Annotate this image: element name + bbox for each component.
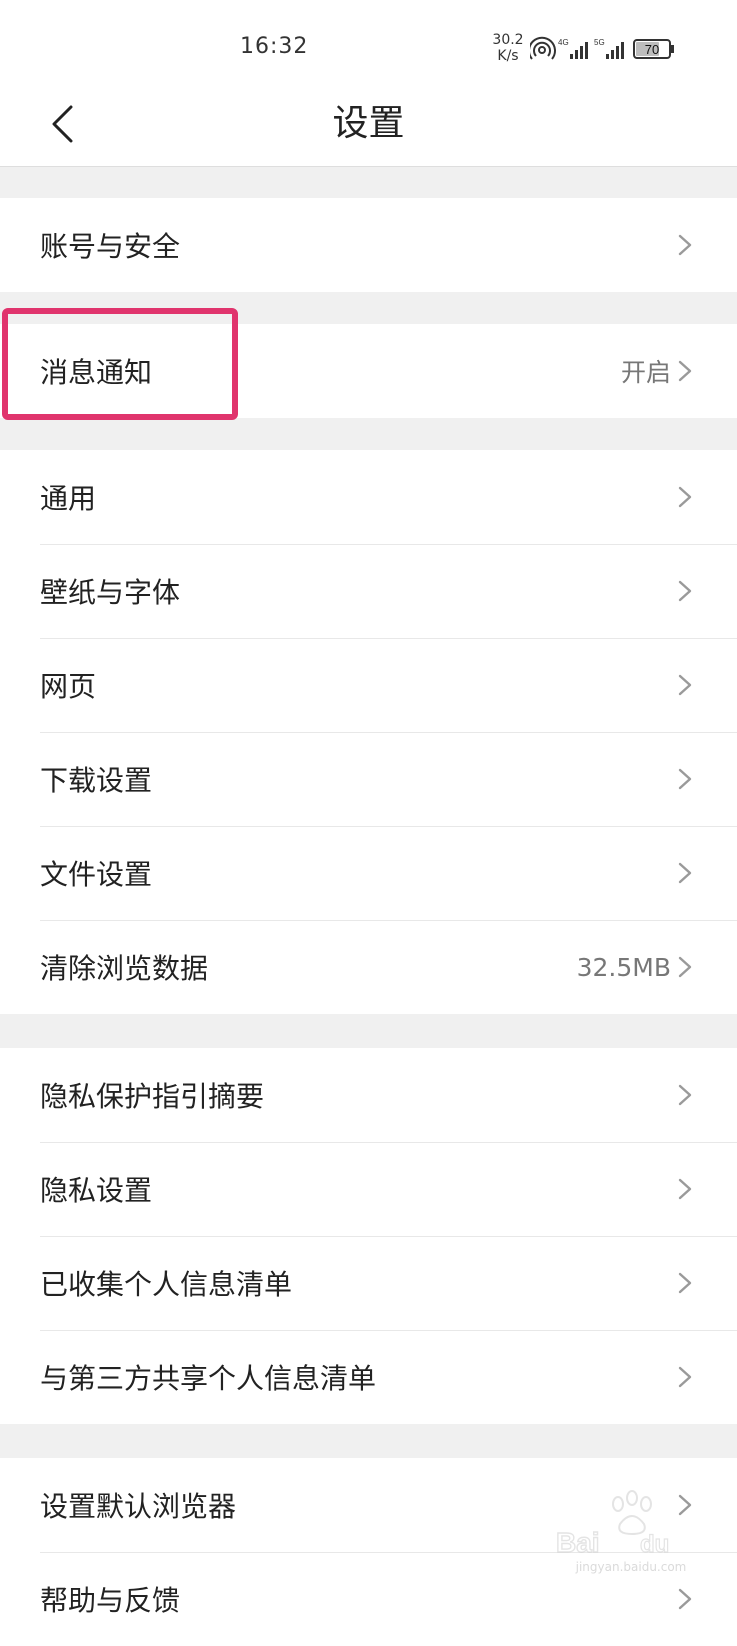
header-bar: 设置 [0,82,737,167]
chevron-right-icon [678,674,692,696]
settings-item-label: 下载设置 [40,764,153,797]
settings-item-label: 文件设置 [40,858,153,891]
battery-level: 70 [645,42,659,57]
signal-4g-label: 4G [558,38,569,47]
chevron-right-icon [678,1272,692,1294]
chevron-right-icon [678,956,692,978]
net-speed-unit: K/s [497,48,519,64]
signal-4g-icon: 4G [558,38,588,59]
settings-item-label: 清除浏览数据 [40,952,209,985]
settings-item-label: 壁纸与字体 [40,576,181,609]
settings-item-value: 开启 [620,358,671,387]
settings-group-account: 账号与安全 [0,198,737,292]
chevron-right-icon [678,1084,692,1106]
battery-icon: 70 [633,39,674,59]
chevron-right-icon [678,580,692,602]
settings-item-wallpaper-font[interactable]: 壁纸与字体 [0,544,737,638]
signal-5g-label: 5G [594,38,605,47]
settings-item-privacy-summary[interactable]: 隐私保护指引摘要 [0,1048,737,1142]
chevron-right-icon [678,1178,692,1200]
settings-item-label: 设置默认浏览器 [40,1490,237,1523]
settings-item-label: 网页 [40,670,97,703]
settings-item-notifications[interactable]: 消息通知 开启 [0,324,737,418]
chevron-right-icon [678,234,692,256]
settings-item-webpage[interactable]: 网页 [0,638,737,732]
settings-item-label: 通用 [40,482,97,515]
settings-item-general[interactable]: 通用 [0,450,737,544]
status-time: 16:32 [240,34,309,59]
chevron-right-icon [678,1366,692,1388]
settings-item-label: 隐私保护指引摘要 [40,1080,265,1113]
svg-text:Bai: Bai [556,1527,600,1558]
status-bar: 16:32 30.2 K/s 4G 5G 70 [0,0,737,82]
baidu-jingyan-watermark: Bai du jingyan.baidu.com [555,1480,706,1576]
settings-item-value: 32.5MB [576,952,671,982]
settings-item-privacy-settings[interactable]: 隐私设置 [0,1142,737,1236]
settings-group-notification: 消息通知 开启 [0,324,737,418]
status-icons: 4G 5G 70 [528,36,680,62]
settings-item-label: 已收集个人信息清单 [40,1268,293,1301]
settings-item-label: 与第三方共享个人信息清单 [40,1362,377,1395]
chevron-right-icon [678,486,692,508]
net-speed-value: 30.2 [492,32,524,48]
settings-group-privacy: 隐私保护指引摘要 隐私设置 已收集个人信息清单 与第三方共享个人信息清单 [0,1048,737,1424]
settings-item-collected-info[interactable]: 已收集个人信息清单 [0,1236,737,1330]
chevron-right-icon [678,360,692,382]
settings-item-clear-data[interactable]: 清除浏览数据 32.5MB [0,920,737,1014]
watermark-text: jingyan.baidu.com [575,1560,687,1574]
chevron-right-icon [678,768,692,790]
settings-item-label: 隐私设置 [40,1174,153,1207]
chevron-left-icon [52,105,73,143]
hotspot-icon [528,36,556,60]
svg-text:du: du [640,1531,669,1558]
settings-group-general: 通用 壁纸与字体 网页 下载设置 文件设置 清除浏览数据 32.5MB [0,450,737,1014]
settings-item-label: 帮助与反馈 [40,1584,181,1617]
settings-item-file[interactable]: 文件设置 [0,826,737,920]
chevron-right-icon [678,1588,692,1610]
chevron-right-icon [678,862,692,884]
net-speed: 30.2 K/s [488,32,528,64]
settings-item-download[interactable]: 下载设置 [0,732,737,826]
back-button[interactable] [38,100,86,148]
settings-item-label: 消息通知 [40,356,153,389]
signal-5g-icon: 5G [594,38,624,59]
settings-item-account-security[interactable]: 账号与安全 [0,198,737,292]
page-title: 设置 [332,103,405,144]
settings-item-third-party-sharing[interactable]: 与第三方共享个人信息清单 [0,1330,737,1424]
settings-item-label: 账号与安全 [40,230,181,263]
